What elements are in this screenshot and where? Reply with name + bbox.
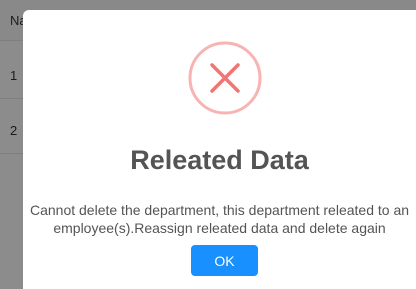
error-x-icon: [187, 40, 263, 116]
ok-button[interactable]: OK: [191, 245, 258, 276]
dialog-title: Releated Data: [130, 145, 309, 175]
alert-dialog: Releated Data Cannot delete the departme…: [23, 10, 416, 289]
dialog-message: Cannot delete the department, this depar…: [29, 202, 410, 236]
page: Na 1 2 Releated Data Cannot delete the d…: [0, 0, 416, 289]
